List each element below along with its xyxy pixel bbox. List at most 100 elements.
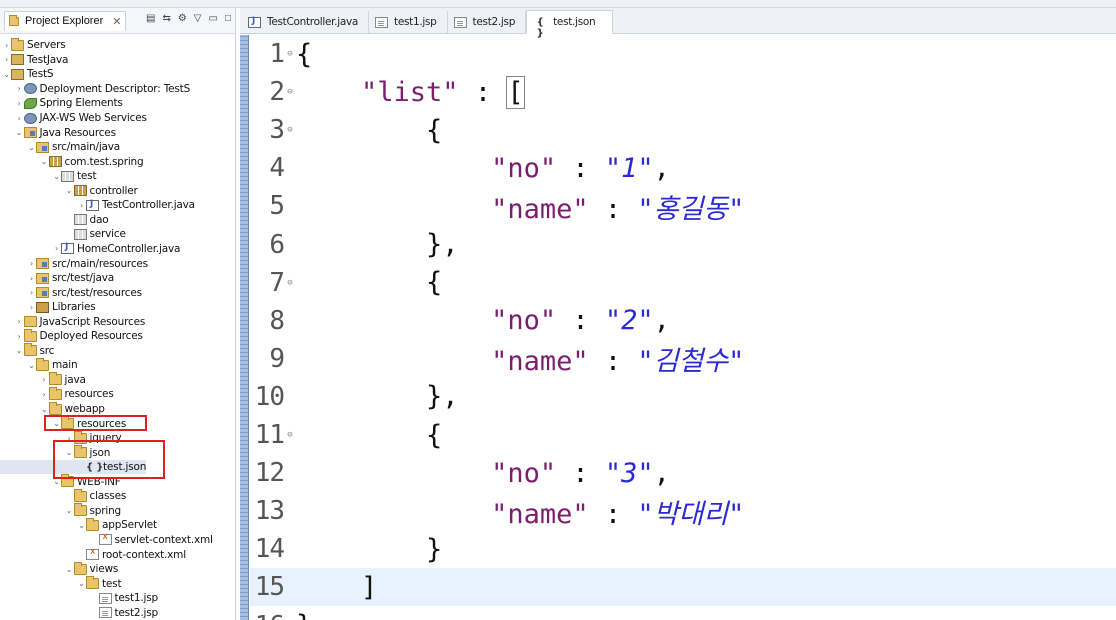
chevron-right-icon[interactable]: ›	[15, 317, 24, 326]
tab-test-json[interactable]: { } test.json	[526, 10, 614, 39]
tree-item[interactable]: ⌄ test	[0, 169, 96, 184]
collapse-all-icon[interactable]: ▤	[146, 13, 155, 24]
chevron-down-icon[interactable]: ⌄	[27, 361, 36, 370]
chevron-right-icon[interactable]: ›	[2, 55, 11, 64]
chevron-right-icon[interactable]: ›	[27, 303, 36, 312]
chevron-down-icon[interactable]: ⌄	[77, 579, 86, 588]
code-line[interactable]: 15 ]	[250, 568, 1116, 607]
chevron-down-icon[interactable]: ⌄	[15, 346, 24, 355]
tree-item[interactable]: ⌄ views	[0, 561, 118, 577]
chevron-right-icon[interactable]: ›	[52, 244, 61, 253]
tree-item[interactable]: › java	[0, 372, 86, 388]
chevron-down-icon[interactable]: ⌄	[65, 565, 74, 574]
chevron-right-icon[interactable]: ›	[77, 201, 86, 210]
code-line[interactable]: 10 },	[250, 378, 459, 416]
chevron-right-icon[interactable]: ›	[27, 288, 36, 297]
tree-item[interactable]: › Deployment Descriptor: TestS	[0, 82, 191, 97]
minimize-icon[interactable]: ▭	[209, 13, 218, 24]
tree-item[interactable]: ⌄ spring	[0, 503, 121, 519]
chevron-right-icon[interactable]: ›	[40, 375, 49, 384]
code-line[interactable]: 9 "name" : "김철수"	[250, 340, 744, 378]
tree-item[interactable]: ⌄ Java Resources	[0, 125, 116, 140]
chevron-down-icon[interactable]: ⌄	[40, 405, 49, 414]
tree-item[interactable]: › TestJava	[0, 53, 68, 68]
link-editor-icon[interactable]: ⇆	[162, 13, 170, 24]
tree-item[interactable]: classes	[0, 488, 126, 504]
fold-toggle-icon[interactable]: ⊖	[284, 125, 296, 135]
tree-item[interactable]: ⌄ src	[0, 343, 54, 359]
tree-item[interactable]: › JAX-WS Web Services	[0, 111, 147, 126]
filter-icon[interactable]: ⚙	[178, 13, 187, 24]
chevron-down-icon[interactable]: ⌄	[77, 521, 86, 530]
chevron-right-icon[interactable]: ›	[15, 114, 24, 123]
tree-item[interactable]: › HomeController.java	[0, 242, 180, 257]
tree-item[interactable]: › Libraries	[0, 300, 96, 315]
main-toolbar[interactable]	[0, 0, 1116, 8]
code-line[interactable]: 5 "name" : "홍길동"	[250, 187, 744, 225]
tree-item[interactable]: test1.jsp	[0, 591, 158, 606]
code-line[interactable]: 4 "no" : "1",	[250, 149, 670, 187]
chevron-right-icon[interactable]: ›	[27, 274, 36, 283]
tree-item[interactable]: › src/test/java	[0, 271, 114, 286]
chevron-down-icon[interactable]: ⌄	[15, 128, 24, 137]
tree-item[interactable]: ⌄ src/main/java	[0, 140, 120, 155]
fold-toggle-icon[interactable]: ⊖	[284, 278, 296, 288]
code-line[interactable]: 13 "name" : "박대리"	[250, 492, 745, 530]
code-line[interactable]: 2 ⊖ "list" : [	[250, 73, 525, 111]
tree-item[interactable]: › resources	[0, 386, 114, 402]
tree-item[interactable]: ⌄ test	[0, 576, 122, 591]
tree-item[interactable]: › JavaScript Resources	[0, 314, 146, 329]
code-line[interactable]: 7 ⊖ {	[250, 264, 442, 302]
tab-label: test1.jsp	[394, 16, 437, 28]
tree-item[interactable]: ⌄ controller	[0, 184, 138, 199]
chevron-right-icon[interactable]: ›	[27, 259, 36, 268]
tree-item[interactable]: › Spring Elements	[0, 96, 123, 111]
tab-project-explorer[interactable]: Project Explorer ✕	[4, 10, 127, 31]
tree-item[interactable]: ⌄ com.test.spring	[0, 154, 144, 169]
line-number: 3	[269, 115, 285, 146]
view-menu-icon[interactable]: ▽	[194, 13, 202, 24]
tree-item[interactable]: › Deployed Resources	[0, 328, 143, 344]
chevron-down-icon[interactable]: ⌄	[65, 506, 74, 515]
code-line[interactable]: 12 "no" : "3",	[250, 454, 670, 492]
close-icon[interactable]: ✕	[112, 15, 121, 28]
tree-item[interactable]: dao	[0, 213, 109, 228]
tree-item[interactable]: ⌄ webapp	[0, 401, 105, 417]
chevron-right-icon[interactable]: ›	[15, 332, 24, 341]
tree-item[interactable]: ⌄ main	[0, 357, 78, 373]
chevron-right-icon[interactable]: ›	[40, 390, 49, 399]
chevron-right-icon[interactable]: ›	[15, 84, 24, 93]
chevron-right-icon[interactable]: ›	[2, 41, 11, 50]
fold-toggle-icon[interactable]: ⊖	[284, 87, 296, 97]
code-line[interactable]: 3 ⊖ {	[250, 111, 442, 149]
tree-item[interactable]: › src/test/resources	[0, 285, 142, 300]
tree-item[interactable]: › src/main/resources	[0, 256, 148, 271]
tree-item[interactable]: › TestController.java	[0, 198, 195, 213]
code-line[interactable]: 8 "no" : "2",	[250, 302, 670, 340]
chevron-down-icon[interactable]: ⌄	[27, 143, 36, 152]
fold-toggle-icon[interactable]: ⊖	[284, 49, 296, 59]
code-line[interactable]: 11 ⊖ {	[250, 416, 443, 454]
tree-item[interactable]: test2.jsp	[0, 605, 158, 620]
chevron-down-icon[interactable]: ⌄	[2, 70, 11, 79]
tab-test2-jsp[interactable]: test2.jsp	[448, 11, 527, 33]
fold-toggle-icon[interactable]: ⊖	[284, 430, 296, 440]
code-line[interactable]: 6 },	[250, 226, 458, 264]
tab-testcontroller-java[interactable]: TestController.java	[242, 11, 369, 33]
code-line[interactable]: 16}	[250, 607, 313, 620]
tree-item[interactable]: ⌄ appServlet	[0, 517, 157, 533]
code-editor[interactable]: 1 ⊖{2 ⊖ "list" : [3 ⊖ {4 "no" : "1", 5 "name…	[250, 35, 1116, 620]
tab-test1-jsp[interactable]: test1.jsp	[369, 11, 448, 33]
tree-item[interactable]: service	[0, 227, 126, 242]
chevron-down-icon[interactable]: ⌄	[40, 157, 49, 166]
tree-item[interactable]: servlet-context.xml	[0, 532, 213, 548]
tree-item[interactable]: root-context.xml	[0, 547, 186, 562]
tree-item[interactable]: ⌄ TestS	[0, 67, 53, 82]
code-line[interactable]: 14 }	[250, 530, 443, 568]
maximize-icon[interactable]: □	[225, 13, 231, 24]
code-line[interactable]: 1 ⊖{	[250, 35, 312, 73]
chevron-right-icon[interactable]: ›	[15, 99, 24, 108]
chevron-down-icon[interactable]: ⌄	[52, 172, 61, 181]
chevron-down-icon[interactable]: ⌄	[65, 186, 74, 195]
tree-item[interactable]: › Servers	[0, 37, 66, 53]
